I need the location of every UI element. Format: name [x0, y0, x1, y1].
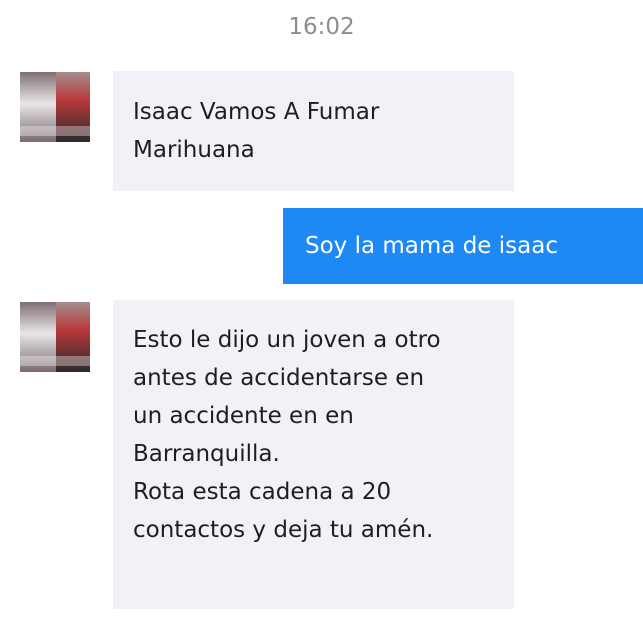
message-line: Barranquilla. — [133, 441, 280, 467]
message-line: un accidente en en — [133, 403, 354, 429]
message-line: Esto le dijo un joven a otro — [133, 327, 441, 353]
message-line: Rota esta cadena a 20 — [133, 479, 392, 505]
message-line: Marihuana — [133, 137, 255, 163]
incoming-message-bubble[interactable]: Esto le dijo un joven a otro antes de ac… — [113, 300, 514, 609]
incoming-message-bubble[interactable]: Isaac Vamos A Fumar Marihuana — [113, 71, 514, 191]
message-line: contactos y deja tu amén. — [133, 517, 434, 543]
message-timestamp: 16:02 — [288, 14, 355, 40]
message-line: Soy la mama de isaac — [305, 233, 558, 259]
contact-avatar[interactable] — [20, 72, 90, 142]
contact-avatar[interactable] — [20, 302, 90, 372]
outgoing-message-bubble[interactable]: Soy la mama de isaac — [283, 208, 643, 284]
message-line: antes de accidentarse en — [133, 365, 425, 391]
message-line: Isaac Vamos A Fumar — [133, 99, 380, 125]
